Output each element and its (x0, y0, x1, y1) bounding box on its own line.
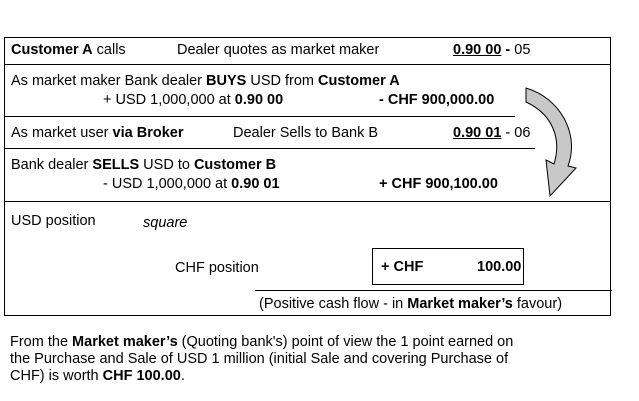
mm-mid: USD from (246, 73, 319, 89)
row-customer-a-calls: Customer A calls (11, 42, 126, 59)
usd-buy-line: + USD 1,000,000 at 0.90 00 (103, 92, 283, 109)
chf-position-label: CHF position (175, 260, 259, 276)
buys-word: BUYS (206, 73, 247, 89)
bank-dealer-sells-line: Bank dealer SELLS USD to Customer B (11, 157, 276, 174)
chf-box-sign: + CHF (381, 259, 424, 275)
chf-position-box: + CHF 100.00 (372, 248, 524, 285)
market-user-line: As market user via Broker (11, 125, 183, 142)
customer-a-bold: Customer A (318, 73, 400, 89)
via-broker: via Broker (112, 125, 184, 141)
bd-mid: USD to (139, 157, 194, 173)
note-l3-c: . (180, 368, 185, 384)
pcf-close: favour) (512, 296, 563, 312)
divider-5 (255, 290, 612, 291)
price-1: 0.90 00 (453, 42, 502, 58)
positive-cash-flow-note: (Positive cash flow - in Market maker’s … (259, 296, 562, 313)
divider-2 (5, 116, 515, 117)
buy-rate: 0.90 00 (234, 92, 284, 108)
explanation-paragraph: From the Market maker’s (Quoting bank's)… (10, 334, 610, 385)
market-maker-buys-line: As market maker Bank dealer BUYS USD fro… (11, 73, 400, 90)
dash-2: - (501, 125, 515, 141)
divider-3 (5, 148, 535, 149)
price-2: 0.90 01 (453, 125, 502, 141)
sell-rate: 0.90 01 (231, 176, 280, 192)
chf-box-value: 100.00 (477, 259, 522, 275)
note-line-1: From the Market maker’s (Quoting bank's)… (10, 334, 610, 351)
customer-a-label: Customer A (11, 42, 93, 58)
usd-position-label: USD position (11, 213, 96, 229)
note-l1-b: Market maker’s (72, 334, 178, 350)
chf-minus-amount: - CHF 900,000.00 (379, 92, 494, 109)
dealer-quotes-text: Dealer quotes as market maker (177, 42, 380, 58)
arrow-shape (525, 87, 577, 198)
sells-word: SELLS (92, 157, 140, 173)
usd-sell-line: - USD 1,000,000 at 0.90 01 (103, 176, 280, 193)
divider-1 (5, 64, 610, 65)
note-l1-a: From the (10, 334, 73, 350)
pcf-open: (Positive cash flow - in (259, 296, 408, 312)
bd-prefix: Bank dealer (11, 157, 93, 173)
note-l3-b: CHF 100.00 (102, 368, 181, 384)
note-l1-c: (Quoting bank's) point of view the 1 poi… (177, 334, 514, 350)
quote-price-2: 0.90 01 - 06 (453, 125, 530, 142)
chf-plus-text: + CHF 900,100.00 (379, 176, 498, 192)
mu-prefix: As market user (11, 125, 113, 141)
calls-text: calls (96, 42, 126, 58)
note-line-3: CHF) is worth CHF 100.00. (10, 368, 610, 385)
curved-arrow-icon (525, 87, 577, 198)
dealer-sells-text: Dealer Sells to Bank B (233, 125, 379, 141)
dash-1: - (505, 42, 511, 58)
usd-position-status: square (143, 215, 188, 231)
mm-prefix: As market maker Bank dealer (11, 73, 207, 89)
chf-plus-amount: + CHF 900,100.00 (379, 176, 498, 193)
quote-price-1: 0.90 00 - 05 (453, 42, 530, 59)
usd-sell-text: - USD 1,000,000 at (103, 176, 232, 192)
chf-minus-text: - CHF 900,000.00 (379, 92, 495, 108)
note-l3-a: CHF) is worth (10, 368, 103, 384)
usd-buy-text: + USD 1,000,000 at (103, 92, 235, 108)
spread-1: 05 (514, 42, 531, 58)
pcf-mm: Market maker’s (407, 296, 513, 312)
note-line-2: the Purchase and Sale of USD 1 million (… (10, 351, 509, 367)
customer-b-bold: Customer B (193, 157, 277, 173)
